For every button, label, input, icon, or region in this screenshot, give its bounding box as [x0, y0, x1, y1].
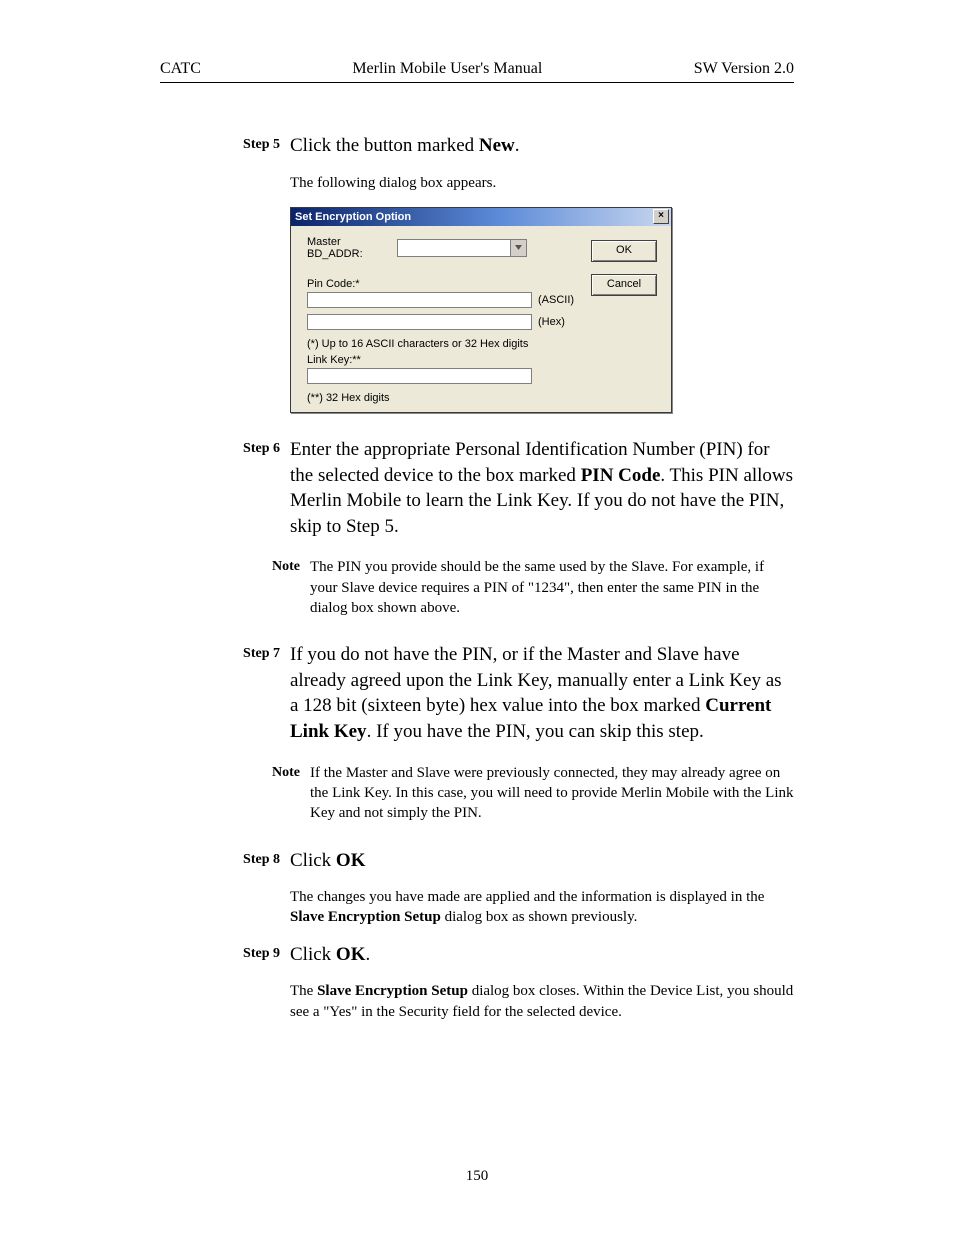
text: The changes you have made are applied an…	[290, 887, 794, 928]
hex-suffix: (Hex)	[538, 316, 565, 328]
chevron-down-icon[interactable]	[510, 239, 527, 257]
note-step-7: Note If the Master and Slave were previo…	[240, 763, 794, 824]
dialog-body: OK Cancel Master BD_ADDR: Pin Code:*	[291, 226, 671, 412]
header-center: Merlin Mobile User's Manual	[352, 60, 542, 78]
text-bold: OK	[336, 850, 366, 871]
step-body: If you do not have the PIN, or if the Ma…	[290, 642, 794, 745]
link-key-input[interactable]	[307, 368, 532, 384]
step-9: Step 9 Click OK.	[220, 942, 794, 968]
link-key-label: Link Key:**	[307, 354, 659, 366]
master-bd-addr-combo[interactable]	[397, 239, 527, 257]
step-8-followup: The changes you have made are applied an…	[220, 887, 794, 928]
step-body: Click OK.	[290, 942, 794, 968]
pin-ascii-input[interactable]	[307, 292, 532, 308]
text-bold: OK	[336, 944, 366, 965]
text-bold: Slave Encryption Setup	[290, 909, 441, 925]
note-label: Note	[240, 763, 310, 824]
text-bold: New	[479, 135, 515, 156]
note-step-6: Note The PIN you provide should be the s…	[240, 557, 794, 618]
text: Click	[290, 850, 336, 871]
header-right: SW Version 2.0	[694, 60, 794, 78]
step-5-followup: The following dialog box appears.	[220, 173, 794, 193]
note-label: Note	[240, 557, 310, 618]
step-body: Click OK	[290, 848, 794, 874]
text: Click	[290, 944, 336, 965]
step-6: Step 6 Enter the appropriate Personal Id…	[220, 437, 794, 540]
text: The	[290, 983, 317, 999]
step-body: Click the button marked New.	[290, 133, 794, 159]
cancel-button[interactable]: Cancel	[591, 274, 657, 296]
page-number: 150	[0, 1168, 954, 1185]
text: Click the button marked	[290, 135, 479, 156]
text: .	[365, 944, 370, 965]
text: The Slave Encryption Setup dialog box cl…	[290, 981, 794, 1022]
note-body: The PIN you provide should be the same u…	[310, 557, 794, 618]
step-label: Step 6	[220, 437, 290, 540]
step-8: Step 8 Click OK	[220, 848, 794, 874]
text-bold: Slave Encryption Setup	[317, 983, 468, 999]
page-content: Step 5 Click the button marked New. The …	[220, 133, 794, 1022]
step-label: Step 8	[220, 848, 290, 874]
pin-hint: (*) Up to 16 ASCII characters or 32 Hex …	[307, 338, 659, 350]
step-label: Step 9	[220, 942, 290, 968]
dialog-title: Set Encryption Option	[295, 211, 653, 223]
pin-hex-input[interactable]	[307, 314, 532, 330]
text: dialog box as shown previously.	[441, 909, 638, 925]
set-encryption-option-dialog: Set Encryption Option × OK Cancel Master…	[290, 207, 672, 413]
text: .	[515, 135, 520, 156]
text-bold: PIN Code	[581, 465, 661, 486]
ascii-suffix: (ASCII)	[538, 294, 574, 306]
text: . If you have the PIN, you can skip this…	[367, 721, 704, 742]
note-body: If the Master and Slave were previously …	[310, 763, 794, 824]
master-bd-addr-label: Master BD_ADDR:	[307, 236, 397, 260]
dialog-titlebar: Set Encryption Option ×	[291, 208, 671, 226]
step-label: Step 5	[220, 133, 290, 159]
step-body: Enter the appropriate Personal Identific…	[290, 437, 794, 540]
step-7: Step 7 If you do not have the PIN, or if…	[220, 642, 794, 745]
close-icon[interactable]: ×	[653, 209, 669, 224]
link-key-section: Link Key:** (**) 32 Hex digits	[307, 354, 659, 404]
link-key-hint: (**) 32 Hex digits	[307, 392, 659, 404]
ok-button[interactable]: OK	[591, 240, 657, 262]
text: The following dialog box appears.	[290, 173, 794, 193]
step-label: Step 7	[220, 642, 290, 745]
document-page: CATC Merlin Mobile User's Manual SW Vers…	[0, 0, 954, 1235]
combo-field[interactable]	[397, 239, 510, 257]
running-header: CATC Merlin Mobile User's Manual SW Vers…	[160, 60, 794, 83]
text: The changes you have made are applied an…	[290, 889, 764, 905]
step-5: Step 5 Click the button marked New.	[220, 133, 794, 159]
header-left: CATC	[160, 60, 201, 78]
step-9-followup: The Slave Encryption Setup dialog box cl…	[220, 981, 794, 1022]
